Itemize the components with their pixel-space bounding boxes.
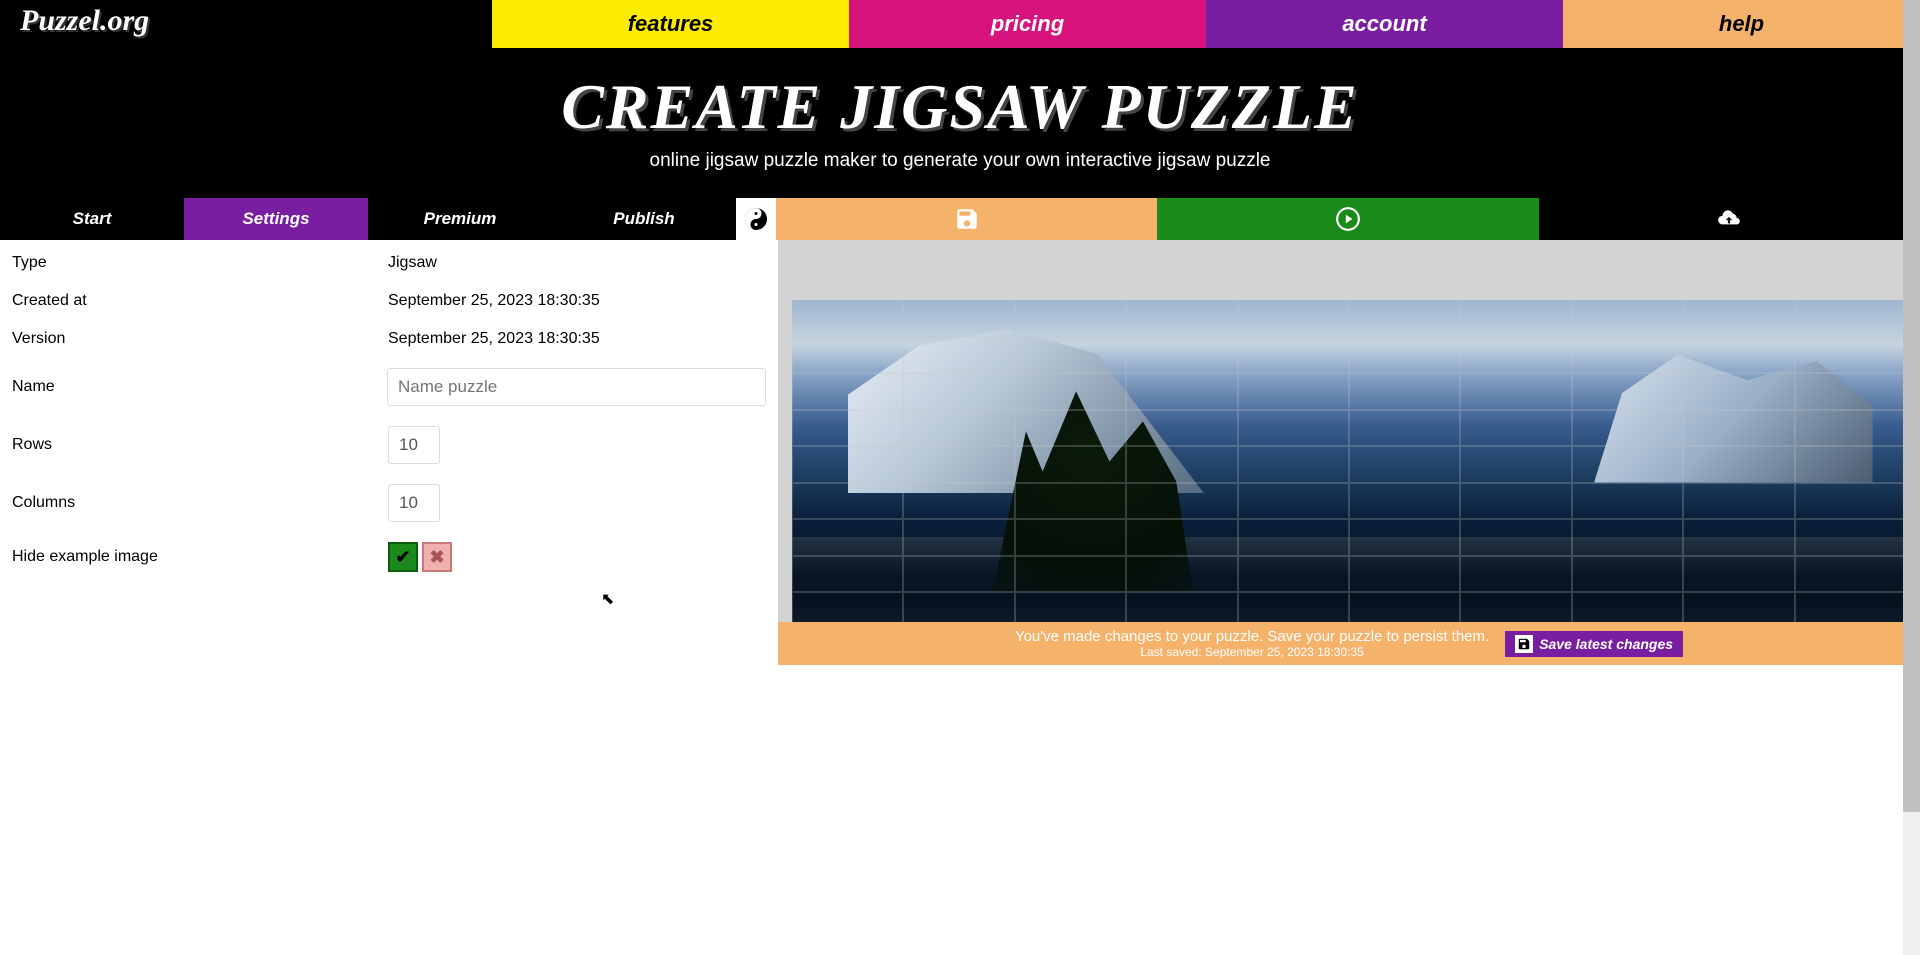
hero: CREATE JIGSAW PUZZLE online jigsaw puzzl… (0, 48, 1920, 198)
columns-input[interactable] (388, 484, 440, 522)
columns-label: Columns (12, 494, 388, 512)
puzzle-preview-image (792, 300, 1906, 665)
created-label: Created at (12, 292, 388, 310)
save-latest-label: Save latest changes (1539, 636, 1673, 652)
tab-publish[interactable]: Publish (552, 198, 736, 240)
type-value: Jigsaw (388, 254, 437, 272)
cloud-upload-icon (1716, 206, 1742, 232)
nav-pricing[interactable]: pricing (849, 0, 1206, 48)
version-value: September 25, 2023 18:30:35 (388, 330, 600, 348)
name-input[interactable] (387, 368, 766, 406)
yin-yang-icon[interactable] (736, 198, 776, 240)
rows-input[interactable] (388, 426, 440, 464)
page-title: CREATE JIGSAW PUZZLE (0, 70, 1920, 144)
tab-start[interactable]: Start (0, 198, 184, 240)
hide-example-no[interactable]: ✖ (422, 542, 452, 572)
save-icon (1515, 635, 1533, 653)
play-icon (1335, 206, 1361, 232)
save-icon (954, 206, 980, 232)
rows-label: Rows (12, 436, 388, 454)
save-button[interactable] (776, 198, 1157, 240)
nav-features[interactable]: features (492, 0, 849, 48)
name-label: Name (12, 378, 387, 396)
tab-premium[interactable]: Premium (368, 198, 552, 240)
type-label: Type (12, 254, 388, 272)
nav-account[interactable]: account (1206, 0, 1563, 48)
play-button[interactable] (1157, 198, 1538, 240)
hide-example-label: Hide example image (12, 548, 388, 566)
unsaved-changes-bar: You've made changes to your puzzle. Save… (778, 622, 1920, 665)
scrollbar[interactable] (1903, 0, 1920, 955)
preview-panel: You've made changes to your puzzle. Save… (778, 240, 1920, 665)
nav-help[interactable]: help (1563, 0, 1920, 48)
settings-panel: Type Jigsaw Created at September 25, 202… (0, 240, 778, 665)
created-value: September 25, 2023 18:30:35 (388, 292, 600, 310)
page-subtitle: online jigsaw puzzle maker to generate y… (0, 150, 1920, 172)
cloud-button[interactable] (1539, 198, 1920, 240)
logo[interactable]: Puzzel.org (0, 0, 492, 48)
last-saved-text: Last saved: September 25, 2023 18:30:35 (1015, 645, 1489, 659)
hide-example-yes[interactable]: ✔ (388, 542, 418, 572)
version-label: Version (12, 330, 388, 348)
tab-settings[interactable]: Settings (184, 198, 368, 240)
save-latest-button[interactable]: Save latest changes (1505, 631, 1683, 657)
unsaved-message: You've made changes to your puzzle. Save… (1015, 628, 1489, 645)
